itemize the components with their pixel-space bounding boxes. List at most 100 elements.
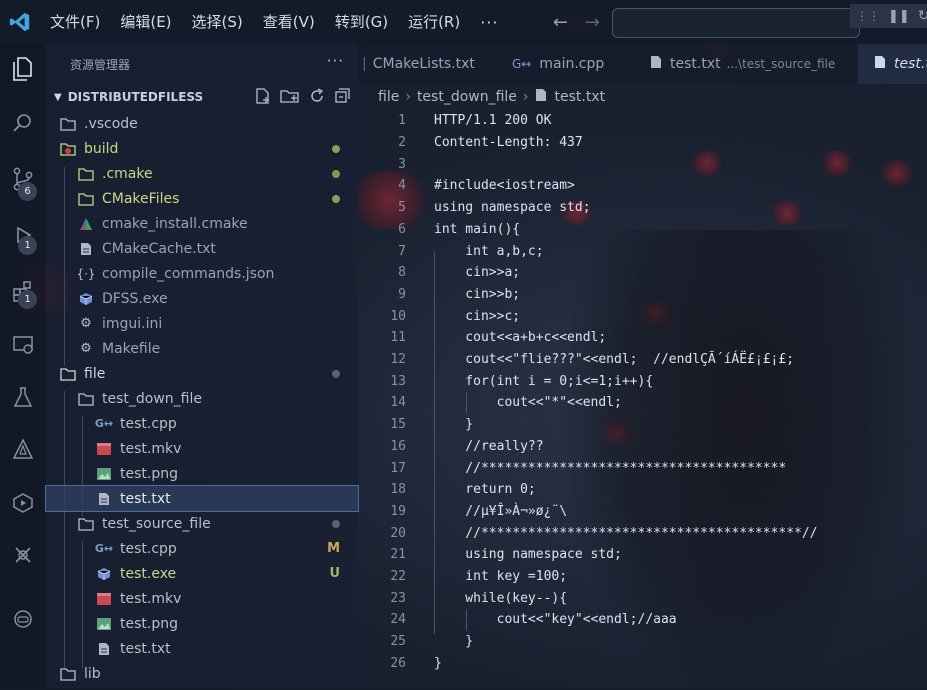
tree-item[interactable]: G↔ test.cpp M xyxy=(46,536,358,561)
tree-item-label: CMakeCache.txt xyxy=(102,240,216,257)
code-line: 9 cin>>b; xyxy=(358,284,927,306)
tree-item[interactable]: test.png xyxy=(46,611,358,636)
tab-path: ...\test_source_file xyxy=(726,57,836,71)
menu-edit[interactable]: 编辑(E) xyxy=(110,0,181,44)
code-text: using namespace std; xyxy=(434,547,622,563)
code-text: cout<<a+b+c<<endl; xyxy=(434,330,607,346)
video-icon xyxy=(96,441,112,457)
command-center-search[interactable] xyxy=(612,8,860,38)
git-status-dot xyxy=(332,369,340,378)
project-root[interactable]: ▼ DISTRIBUTEDFILESS xyxy=(46,86,358,108)
tree-item[interactable]: test.exe U xyxy=(46,561,358,586)
menu-run[interactable]: 运行(R) xyxy=(398,0,470,44)
tree-item[interactable]: test.png xyxy=(46,461,358,486)
tab-test-txt-active[interactable]: test.txt xyxy=(858,44,927,84)
tab-label: test.txt xyxy=(894,56,927,72)
new-file-icon[interactable] xyxy=(254,87,272,109)
text-file-icon xyxy=(874,55,886,73)
line-number: 12 xyxy=(390,352,406,368)
text-file-icon: | xyxy=(362,56,367,72)
code-line: 19 //µ¥Î»À¬»ø¿¨\ xyxy=(358,501,927,523)
tab-label: main.cpp xyxy=(539,56,605,72)
tree-item-label: test.txt xyxy=(120,640,171,657)
code-text: //**************************************… xyxy=(434,525,818,541)
explorer-more-icon[interactable]: ··· xyxy=(327,52,344,70)
menu-view[interactable]: 查看(V) xyxy=(253,0,325,44)
refresh-icon[interactable] xyxy=(308,87,326,109)
tree-item[interactable]: test.txt xyxy=(45,485,359,512)
folder-icon xyxy=(78,391,94,407)
code-editor[interactable]: 1 HTTP/1.1 200 OK 2 Content-Length: 437 3 4 #i… xyxy=(358,110,927,688)
search-icon[interactable] xyxy=(8,108,38,138)
code-text: #include<iostream> xyxy=(434,178,575,194)
folder-icon xyxy=(60,141,76,157)
tree-item[interactable]: DFSS.exe xyxy=(46,286,358,311)
tree-item[interactable]: CMakeFiles xyxy=(46,186,358,211)
new-folder-icon[interactable] xyxy=(280,87,300,109)
code-line: 23 while(key--){ xyxy=(358,587,927,609)
pause-icon[interactable]: ❚❚ xyxy=(888,9,910,24)
tree-item-label: lib xyxy=(84,665,101,682)
line-number: 2 xyxy=(398,135,406,151)
tree-item[interactable]: build xyxy=(46,136,358,161)
explorer-sidebar: 资源管理器 ··· ▼ DISTRIBUTEDFILESS .vscode bui… xyxy=(45,44,359,688)
project-title: DISTRIBUTEDFILESS xyxy=(67,90,204,104)
tree-item[interactable]: file xyxy=(46,361,358,386)
play-extension-icon[interactable] xyxy=(8,488,38,518)
tree-item[interactable]: .cmake xyxy=(46,161,358,186)
line-number: 24 xyxy=(390,612,406,628)
code-line: 7 int a,b,c; xyxy=(358,240,927,262)
tree-item[interactable]: test.txt xyxy=(46,636,358,661)
menu-file[interactable]: 文件(F) xyxy=(40,0,110,44)
tree-item[interactable]: CMakeCache.txt xyxy=(46,236,358,261)
line-number: 7 xyxy=(398,243,406,259)
cmake-extension-icon[interactable] xyxy=(8,434,38,464)
drag-handle-icon[interactable]: ⋮⋮ xyxy=(856,9,880,23)
copilot-icon[interactable] xyxy=(8,604,38,634)
tree-item[interactable]: cmake_install.cmake xyxy=(46,211,358,236)
tree-item[interactable]: {·} compile_commands.json xyxy=(46,261,358,286)
breadcrumb-item[interactable]: test_down_file xyxy=(417,89,517,105)
tree-item[interactable]: G↔ test.cpp xyxy=(46,411,358,436)
breadcrumb-item[interactable]: test.txt xyxy=(555,89,606,105)
menu-go[interactable]: 转到(G) xyxy=(325,0,398,44)
tree-item-label: test.cpp xyxy=(120,540,177,557)
code-text: //µ¥Î»À¬»ø¿¨\ xyxy=(434,503,568,519)
tree-item[interactable]: ⚙ Makefile xyxy=(46,336,358,361)
collapse-all-icon[interactable] xyxy=(334,87,352,109)
tab-cmakelists[interactable]: | CMakeLists.txt xyxy=(358,44,498,84)
tree-item[interactable]: test.mkv xyxy=(46,586,358,611)
code-text: //**************************************… xyxy=(434,460,787,476)
tab-test-txt-source[interactable]: test.txt ...\test_source_file xyxy=(636,44,864,84)
explorer-icon[interactable] xyxy=(8,54,38,84)
forward-arrow-icon[interactable]: → xyxy=(576,12,608,33)
exe-icon xyxy=(96,566,112,582)
accounts-extension-icon[interactable] xyxy=(8,540,38,570)
menu-more-icon[interactable]: ··· xyxy=(470,13,508,32)
code-line: 17 //***********************************… xyxy=(358,457,927,479)
cpp-icon: G↔ xyxy=(94,542,114,555)
back-arrow-icon[interactable]: ← xyxy=(544,12,576,33)
line-number: 25 xyxy=(390,634,406,650)
tree-item-label: test_source_file xyxy=(102,515,211,532)
tree-item[interactable]: lib xyxy=(46,661,358,686)
git-status-dot xyxy=(332,169,340,178)
line-number: 26 xyxy=(390,655,406,671)
tree-item-label: cmake_install.cmake xyxy=(102,215,248,232)
debug-toolbar: ⋮⋮ ❚❚ ↻ xyxy=(850,4,927,28)
tree-item-label: .vscode xyxy=(84,115,138,132)
tree-item[interactable]: test_down_file xyxy=(46,386,358,411)
tree-item[interactable]: test_source_file xyxy=(46,511,358,536)
tab-main-cpp[interactable]: G↔ main.cpp xyxy=(498,44,648,84)
menu-selection[interactable]: 选择(S) xyxy=(182,0,253,44)
remote-explorer-icon[interactable] xyxy=(8,330,38,360)
line-number: 15 xyxy=(390,417,406,433)
tree-item[interactable]: ⚙ imgui.ini xyxy=(46,311,358,336)
restart-icon[interactable]: ↻ xyxy=(918,8,927,24)
code-line: 10 cin>>c; xyxy=(358,305,927,327)
testing-flask-icon[interactable] xyxy=(8,382,38,412)
tree-item[interactable]: test.mkv xyxy=(46,436,358,461)
breadcrumb-item[interactable]: file xyxy=(378,89,399,105)
code-text: cout<<"*"<<endl; xyxy=(434,395,622,411)
tree-item[interactable]: .vscode xyxy=(46,111,358,136)
